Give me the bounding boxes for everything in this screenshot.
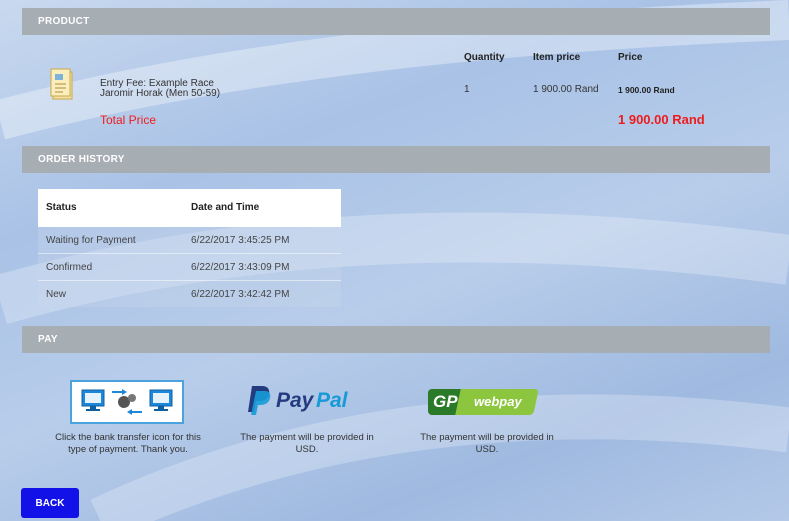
- paypal-button[interactable]: Pay Pal: [246, 384, 364, 418]
- pay-header: PAY: [22, 326, 770, 353]
- paypal-logo-pal: Pal: [316, 389, 348, 412]
- gp-webpay-caption: The payment will be provided in USD.: [420, 432, 554, 455]
- date-cell: 6/22/2017 3:43:09 PM: [183, 253, 341, 281]
- price-column-header: Price: [618, 52, 643, 63]
- total-price-value: 1 900.00 Rand: [618, 112, 705, 127]
- date-column-header: Date and Time: [183, 189, 341, 227]
- status-cell: New: [38, 280, 183, 307]
- bank-transfer-button[interactable]: [70, 380, 184, 424]
- status-cell: Waiting for Payment: [38, 226, 183, 254]
- status-column-header: Status: [38, 189, 183, 227]
- quantity-value: 1: [464, 84, 470, 95]
- date-cell: 6/22/2017 3:42:42 PM: [183, 280, 341, 307]
- participant-name: Jaromir Horak (Men 50-59): [100, 88, 221, 99]
- paypal-caption: The payment will be provided in USD.: [240, 432, 374, 455]
- paypal-logo-pay: Pay: [276, 389, 314, 412]
- bank-transfer-caption: Click the bank transfer icon for this ty…: [55, 432, 201, 455]
- table-header-row: Status Date and Time: [38, 189, 341, 227]
- gp-logo-text: GP: [433, 392, 458, 411]
- total-price-label: Total Price: [100, 113, 157, 127]
- item-price-column-header: Item price: [533, 52, 581, 63]
- document-icon: [50, 68, 73, 100]
- webpay-logo-text: webpay: [474, 394, 522, 409]
- date-cell: 6/22/2017 3:45:25 PM: [183, 226, 341, 254]
- bank-transfer-icon: [81, 389, 173, 415]
- quantity-column-header: Quantity: [464, 52, 505, 63]
- table-row: New 6/22/2017 3:42:42 PM: [38, 280, 341, 307]
- order-history-table: Status Date and Time Waiting for Payment…: [38, 189, 341, 307]
- table-row: Waiting for Payment 6/22/2017 3:45:25 PM: [38, 226, 341, 254]
- back-button[interactable]: BACK: [21, 488, 79, 518]
- order-history-header: ORDER HISTORY: [22, 146, 770, 173]
- table-row: Confirmed 6/22/2017 3:43:09 PM: [38, 253, 341, 281]
- item-price-value: 1 900.00 Rand: [533, 84, 599, 95]
- gp-webpay-button[interactable]: GP webpay: [428, 389, 539, 415]
- status-cell: Confirmed: [38, 253, 183, 281]
- paypal-p-icon: [248, 386, 271, 415]
- price-value: 1 900.00 Rand: [618, 85, 675, 95]
- product-header: PRODUCT: [22, 8, 770, 35]
